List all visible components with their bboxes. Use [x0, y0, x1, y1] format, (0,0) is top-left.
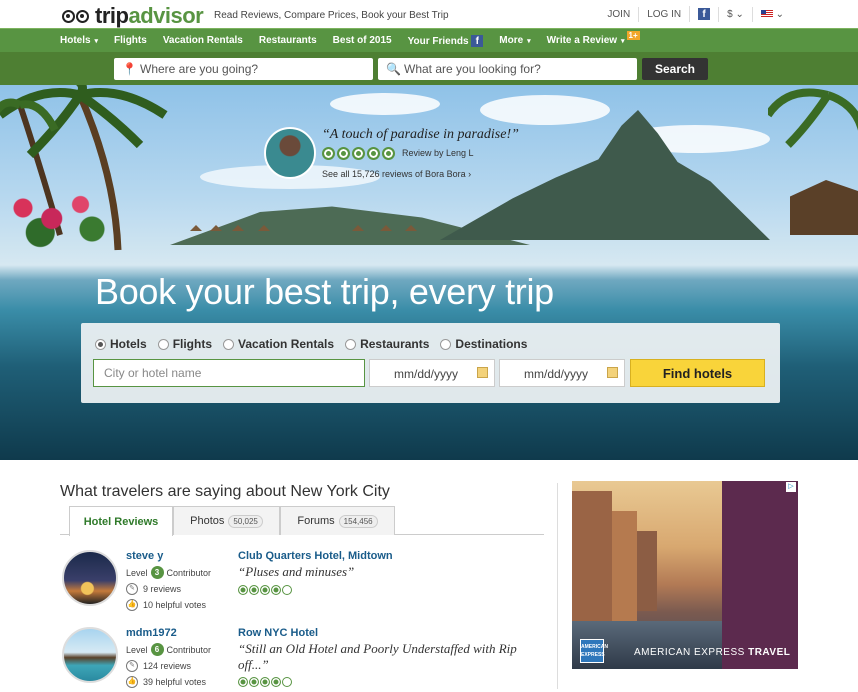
- hero-title: Book your best trip, every trip: [95, 271, 554, 312]
- tab-forums[interactable]: Forums 154,456: [280, 506, 395, 535]
- helpful-votes: 👍 10 helpful votes: [126, 599, 207, 611]
- list-item: mdm1972 Level 6 Contributor ✎ 124 reviews 👍…: [62, 627, 552, 692]
- trip-finder: Hotels Flights Vacation Rentals Restaura…: [81, 323, 780, 403]
- review-count: ✎ 9 reviews: [126, 583, 181, 595]
- palm-tree-right: [768, 88, 858, 148]
- nav-best-of-2015[interactable]: Best of 2015: [333, 29, 401, 47]
- facebook-icon: f: [471, 35, 484, 47]
- top-header: tripadvisor Read Reviews, Compare Prices…: [0, 0, 858, 28]
- chevron-down-icon: ▾: [619, 38, 625, 45]
- find-hotels-button[interactable]: Find hotels: [630, 359, 765, 387]
- hero-banner: “A touch of paradise in paradise!” Revie…: [0, 85, 858, 460]
- us-flag-icon: [760, 9, 773, 18]
- rating-bubbles: [238, 677, 293, 687]
- what-input[interactable]: 🔍 What are you looking for?: [378, 58, 637, 80]
- radio-vacation-rentals[interactable]: Vacation Rentals: [223, 337, 334, 351]
- featured-quote[interactable]: “A touch of paradise in paradise!”: [322, 127, 519, 143]
- search-button[interactable]: Search: [642, 58, 708, 80]
- chevron-down-icon: ⌄: [775, 8, 784, 20]
- user-level: Level 6 Contributor: [126, 643, 212, 656]
- logo-text: tripadvisor: [95, 3, 204, 28]
- avatar[interactable]: [62, 550, 118, 606]
- ad-brand-text: AMERICAN EXPRESS TRAVEL: [634, 647, 791, 658]
- search-bar: 📍 Where are you going? 🔍 What are you lo…: [0, 52, 858, 85]
- main-nav: Hotels ▾ Flights Vacation Rentals Restau…: [0, 28, 858, 52]
- tripadvisor-logo[interactable]: tripadvisor: [62, 3, 204, 29]
- radio-hotels[interactable]: Hotels: [95, 337, 147, 351]
- facebook-icon: f: [698, 8, 711, 20]
- list-item: steve y Level 3 Contributor ✎ 9 reviews 👍 10…: [62, 550, 552, 615]
- where-placeholder: Where are you going?: [140, 62, 259, 76]
- reviewer-avatar[interactable]: [264, 127, 316, 179]
- amex-logo: AMERICAN EXPRESS: [580, 639, 608, 663]
- nav-more[interactable]: More ▾: [499, 29, 539, 47]
- calendar-icon[interactable]: [477, 367, 488, 378]
- nav-restaurants[interactable]: Restaurants: [259, 29, 326, 47]
- review-count: ✎ 124 reviews: [126, 660, 191, 672]
- nav-vacation-rentals[interactable]: Vacation Rentals: [163, 29, 252, 47]
- advertisement[interactable]: ▷ AMERICAN EXPRESS AMERICAN EXPRESS TRAV…: [572, 481, 798, 669]
- username-link[interactable]: steve y: [126, 550, 163, 562]
- owl-icon: [62, 7, 92, 25]
- hotel-link[interactable]: Row NYC Hotel: [238, 627, 318, 639]
- thumbs-up-icon: 👍: [126, 676, 138, 688]
- chevron-right-icon: ›: [468, 169, 472, 179]
- map-pin-icon: 📍: [122, 62, 137, 76]
- chevron-down-icon: ▾: [92, 38, 99, 45]
- radio-flights[interactable]: Flights: [157, 337, 212, 351]
- see-all-reviews-link[interactable]: See all 15,726 reviews of Bora Bora ›: [322, 169, 471, 179]
- forums-count: 154,456: [338, 514, 378, 528]
- photos-count: 50,025: [228, 514, 263, 528]
- checkout-date-input[interactable]: mm/dd/yyyy: [499, 359, 625, 387]
- divider: [557, 483, 558, 689]
- adchoices-icon[interactable]: ▷: [786, 482, 796, 492]
- flowers: [0, 180, 115, 250]
- level-badge: 6: [150, 643, 164, 656]
- login-link[interactable]: LOG IN: [638, 6, 689, 22]
- review-by: Review by Leng L: [402, 148, 474, 158]
- tagline: Read Reviews, Compare Prices, Book your …: [214, 10, 449, 21]
- facebook-login[interactable]: f: [689, 6, 718, 22]
- locale-selector[interactable]: ⌄: [751, 6, 792, 22]
- section-title: What travelers are saying about New York…: [60, 483, 390, 500]
- user-level: Level 3 Contributor: [126, 566, 212, 579]
- review-tabs: Hotel Reviews Photos 50,025 Forums 154,456: [60, 506, 544, 536]
- thumbs-up-icon: 👍: [126, 599, 138, 611]
- search-icon: 🔍: [386, 62, 401, 76]
- search-type-radios: Hotels Flights Vacation Rentals Restaura…: [95, 337, 538, 351]
- currency-selector[interactable]: $ ⌄: [718, 6, 752, 22]
- where-input[interactable]: 📍 Where are you going?: [114, 58, 373, 80]
- join-link[interactable]: JOIN: [599, 7, 638, 22]
- avatar[interactable]: [62, 627, 118, 683]
- level-badge: 3: [150, 566, 164, 579]
- helpful-votes: 👍 39 helpful votes: [126, 676, 207, 688]
- city-input[interactable]: City or hotel name: [93, 359, 365, 387]
- chevron-down-icon: ⌄: [735, 8, 744, 20]
- review-badge: 1+: [626, 31, 640, 40]
- review-quote[interactable]: “Still an Old Hotel and Poorly Understaf…: [238, 641, 538, 673]
- what-placeholder: What are you looking for?: [404, 62, 541, 76]
- checkin-date-input[interactable]: mm/dd/yyyy: [369, 359, 495, 387]
- tab-photos[interactable]: Photos 50,025: [173, 506, 280, 535]
- nav-write-review[interactable]: Write a Review ▾1+: [547, 29, 649, 47]
- review-quote[interactable]: “Pluses and minuses”: [238, 564, 538, 580]
- calendar-icon[interactable]: [607, 367, 618, 378]
- tab-hotel-reviews[interactable]: Hotel Reviews: [69, 506, 173, 536]
- rating-bubbles: [322, 147, 397, 160]
- radio-restaurants[interactable]: Restaurants: [345, 337, 429, 351]
- nav-hotels[interactable]: Hotels ▾: [60, 29, 107, 47]
- account-links: JOIN LOG IN f $ ⌄ ⌄: [599, 6, 792, 22]
- username-link[interactable]: mdm1972: [126, 627, 177, 639]
- hotel-link[interactable]: Club Quarters Hotel, Midtown: [238, 550, 393, 562]
- pencil-icon: ✎: [126, 583, 138, 595]
- nav-your-friends[interactable]: Your Friends f: [408, 29, 493, 47]
- chevron-down-icon: ▾: [525, 38, 531, 45]
- radio-destinations[interactable]: Destinations: [440, 337, 527, 351]
- rating-bubbles: [238, 585, 293, 595]
- pencil-icon: ✎: [126, 660, 138, 672]
- nav-flights[interactable]: Flights: [114, 29, 156, 47]
